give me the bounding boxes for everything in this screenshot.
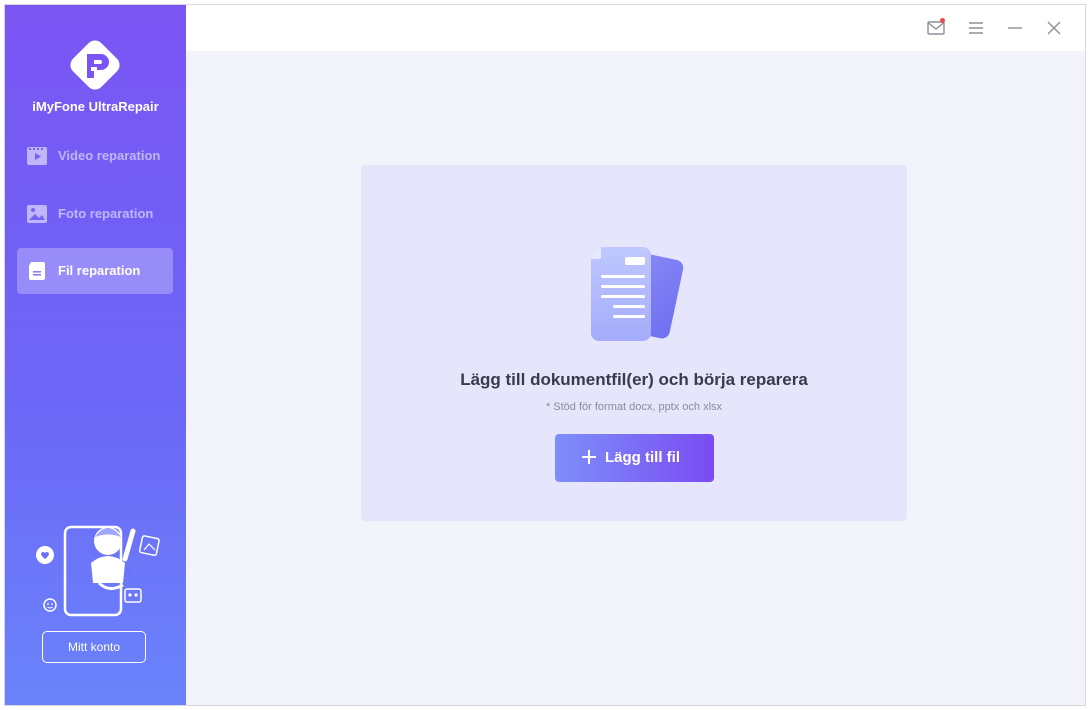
mail-button[interactable] bbox=[926, 18, 946, 38]
sidebar-item-file-repair[interactable]: Fil reparation bbox=[17, 248, 173, 294]
minimize-icon bbox=[1008, 27, 1022, 29]
sidebar-item-video-repair[interactable]: Video reparation bbox=[17, 133, 173, 179]
add-file-label: Lägg till fil bbox=[605, 449, 680, 466]
minimize-button[interactable] bbox=[1005, 18, 1025, 38]
main-content: Lägg till dokumentfil(er) och börja repa… bbox=[186, 51, 1085, 705]
sidebar: iMyFone UltraRepair Video reparation Fot… bbox=[5, 5, 186, 705]
sidebar-item-label: Fil reparation bbox=[58, 263, 141, 278]
repair-illustration-icon bbox=[36, 525, 160, 617]
menu-button[interactable] bbox=[966, 18, 986, 38]
add-file-button[interactable]: Lägg till fil bbox=[555, 434, 714, 482]
file-icon bbox=[29, 262, 45, 280]
app-name: iMyFone UltraRepair bbox=[32, 99, 159, 114]
my-account-button[interactable]: Mitt konto bbox=[42, 631, 146, 663]
file-drop-area[interactable]: Lägg till dokumentfil(er) och börja repa… bbox=[361, 165, 907, 521]
document-icon bbox=[591, 247, 684, 341]
page-title: Lägg till dokumentfil(er) och börja repa… bbox=[460, 370, 808, 389]
title-bar bbox=[186, 5, 1085, 51]
menu-icon bbox=[969, 22, 983, 34]
sidebar-item-photo-repair[interactable]: Foto reparation bbox=[17, 191, 173, 237]
photo-icon bbox=[27, 205, 47, 223]
video-icon bbox=[27, 147, 47, 165]
supported-formats-note: * Stöd för format docx, pptx och xlsx bbox=[545, 401, 723, 413]
close-icon bbox=[1047, 21, 1061, 35]
app-logo-icon bbox=[70, 40, 120, 90]
sidebar-item-label: Video reparation bbox=[58, 148, 161, 163]
plus-icon bbox=[582, 450, 596, 464]
notification-dot bbox=[940, 18, 945, 23]
close-button[interactable] bbox=[1044, 18, 1064, 38]
sidebar-item-label: Foto reparation bbox=[58, 206, 154, 221]
app-window: iMyFone UltraRepair Video reparation Fot… bbox=[4, 4, 1086, 706]
